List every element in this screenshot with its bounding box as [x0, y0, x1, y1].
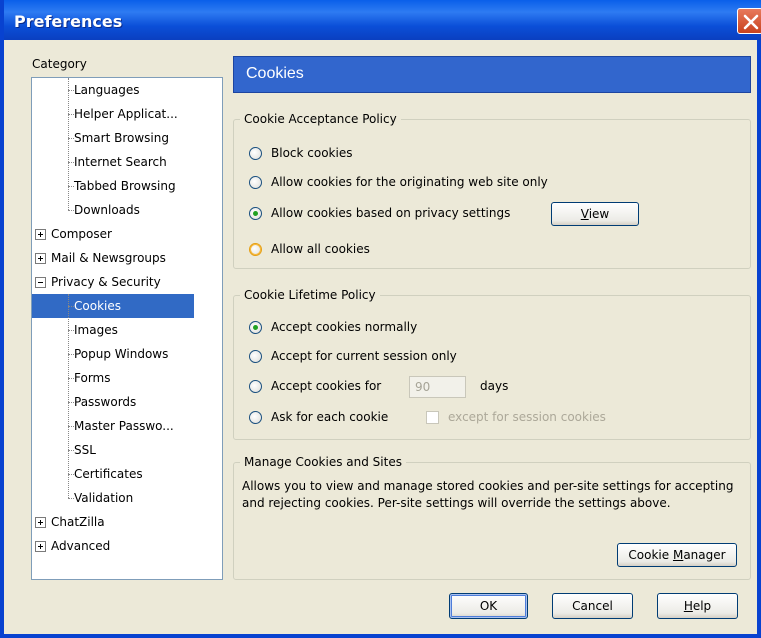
tree-item-label: Downloads [74, 203, 140, 217]
manage-cookies-title: Manage Cookies and Sites [240, 455, 406, 469]
tree-item-label: Tabbed Browsing [74, 179, 176, 193]
tree-item[interactable]: Privacy & Security [32, 270, 194, 294]
tree-item[interactable]: Smart Browsing [32, 126, 194, 150]
tree-item[interactable]: Master Passwo... [32, 414, 194, 438]
tree-item[interactable]: Images [32, 318, 194, 342]
tree-item[interactable]: Validation [32, 486, 194, 510]
tree-item-label: Mail & Newsgroups [51, 251, 166, 265]
tree-item-label: SSL [74, 443, 96, 457]
close-button[interactable] [737, 8, 761, 34]
radio-button[interactable] [249, 411, 262, 424]
button-text: OK [479, 599, 498, 613]
button-accel: V [580, 207, 589, 221]
radio-button[interactable] [249, 176, 262, 189]
tree-item-label: Passwords [74, 395, 137, 409]
days-input[interactable]: 90 [409, 376, 466, 398]
radio-button-selected[interactable] [249, 321, 262, 334]
button-text: anager [683, 548, 726, 562]
lifetime-policy-group: Cookie Lifetime Policy Accept cookies no… [233, 288, 751, 440]
category-label: Category [32, 57, 87, 71]
radio-button[interactable] [249, 380, 262, 393]
acceptance-policy-group: Cookie Acceptance Policy Block cookies A… [233, 112, 751, 269]
tree-item-label: Privacy & Security [51, 275, 161, 289]
expand-icon[interactable] [35, 517, 46, 528]
collapse-icon[interactable] [35, 277, 46, 288]
tree-item-label: Validation [74, 491, 134, 505]
radio-button[interactable] [249, 350, 262, 363]
acceptance-policy-title: Cookie Acceptance Policy [240, 112, 401, 126]
button-text: Cookie [628, 548, 673, 562]
tree-item[interactable]: Passwords [32, 390, 194, 414]
tree-item[interactable]: Certificates [32, 462, 194, 486]
radio-label: Ask for each cookie [271, 410, 389, 424]
tree-item-label: Composer [51, 227, 112, 241]
window-title: Preferences [14, 12, 123, 31]
tree-scrollbar[interactable] [222, 78, 223, 579]
tree-item-label: Cookies [74, 299, 121, 313]
cancel-button[interactable]: Cancel [552, 593, 633, 619]
button-text: iew [588, 207, 610, 221]
tree-item-label: Popup Windows [74, 347, 169, 361]
view-button[interactable]: View [551, 202, 639, 226]
tree-item[interactable]: ChatZilla [32, 510, 194, 534]
tree-item-label: Master Passwo... [74, 419, 174, 433]
category-tree[interactable]: Languages Helper Applicat... Smart Browsin… [31, 77, 223, 580]
panel-header: Cookies [233, 56, 751, 93]
except-session-checkbox[interactable] [426, 411, 439, 424]
tree-item[interactable]: Mail & Newsgroups [32, 246, 194, 270]
tree-item[interactable]: Forms [32, 366, 194, 390]
tree-item-label: ChatZilla [51, 515, 105, 529]
manage-cookies-group: Manage Cookies and Sites Allows you to v… [233, 455, 751, 580]
tree-item-label: Languages [74, 83, 140, 97]
tree-item[interactable]: SSL [32, 438, 194, 462]
tree-item[interactable]: Downloads [32, 198, 194, 222]
days-label: days [480, 379, 509, 393]
cookie-manager-button[interactable]: Cookie Manager [617, 543, 737, 567]
title-bar[interactable]: Preferences [4, 0, 761, 40]
radio-label: Allow cookies for the originating web si… [271, 175, 548, 189]
radio-label: Block cookies [271, 146, 353, 160]
tree-guide-line [68, 78, 69, 210]
radio-button[interactable] [249, 147, 262, 160]
button-accel: M [672, 548, 684, 562]
lifetime-policy-title: Cookie Lifetime Policy [240, 288, 380, 302]
panel-title: Cookies [246, 65, 304, 82]
ok-button[interactable]: OK [449, 593, 528, 619]
tree-item-label: Certificates [74, 467, 143, 481]
button-text: Cancel [572, 599, 613, 613]
radio-label: Accept cookies normally [271, 320, 418, 334]
tree-item-label: Forms [74, 371, 111, 385]
tree-item-label: Internet Search [74, 155, 167, 169]
tree-item-label: Helper Applicat... [74, 107, 178, 121]
radio-label: Accept cookies for [271, 379, 382, 393]
preferences-window: Preferences Category Languages Helper App… [0, 0, 761, 638]
tree-item[interactable]: Composer [32, 222, 194, 246]
tree-item-label: Smart Browsing [74, 131, 169, 145]
radio-label: Allow cookies based on privacy settings [271, 206, 511, 220]
help-button[interactable]: Help [657, 593, 738, 619]
except-session-label: except for session cookies [448, 410, 606, 424]
tree-item[interactable]: Languages [32, 78, 194, 102]
expand-icon[interactable] [35, 229, 46, 240]
tree-item[interactable]: Tabbed Browsing [32, 174, 194, 198]
radio-button-selected[interactable] [249, 207, 262, 220]
tree-item[interactable]: Advanced [32, 534, 194, 558]
expand-icon[interactable] [35, 541, 46, 552]
radio-button[interactable] [249, 243, 262, 256]
radio-label: Allow all cookies [271, 242, 370, 256]
expand-icon[interactable] [35, 253, 46, 264]
tree-item[interactable]: Helper Applicat... [32, 102, 194, 126]
tree-item[interactable]: Internet Search [32, 150, 194, 174]
tree-guide-line [68, 294, 69, 498]
button-accel: H [683, 599, 693, 613]
tree-item-label: Advanced [51, 539, 111, 553]
tree-item-label: Images [74, 323, 118, 337]
button-text: elp [692, 599, 712, 613]
manage-description: Allows you to view and manage stored coo… [242, 479, 734, 510]
tree-item[interactable]: Popup Windows [32, 342, 194, 366]
radio-label: Accept for current session only [271, 349, 457, 363]
tree-item[interactable]: Cookies [32, 294, 194, 318]
